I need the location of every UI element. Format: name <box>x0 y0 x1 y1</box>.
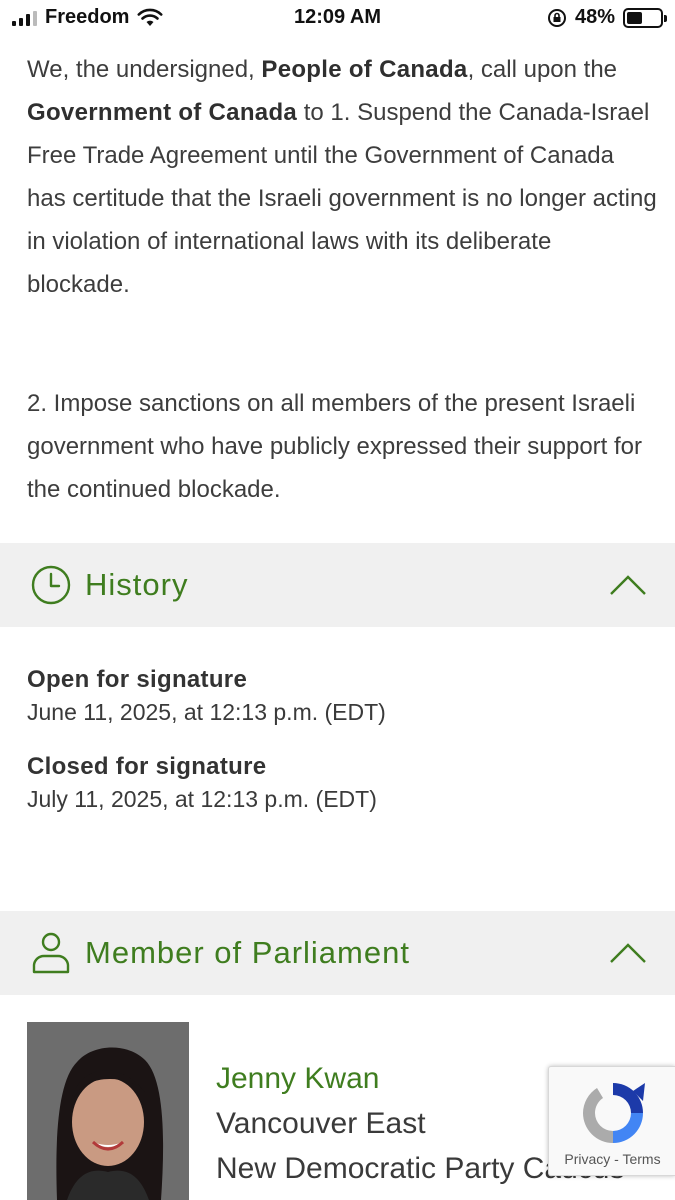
chevron-up-icon[interactable] <box>609 942 647 964</box>
battery-percent: 48% <box>574 6 615 28</box>
petition-bold-people: People of Canada <box>261 56 468 83</box>
chevron-up-icon[interactable] <box>609 574 647 596</box>
recaptcha-badge[interactable]: Privacy - Terms <box>548 1066 675 1176</box>
history-list: Open for signature June 11, 2025, at 12:… <box>27 664 647 838</box>
history-item-label: Open for signature <box>27 666 248 693</box>
history-item-label: Closed for signature <box>27 753 267 780</box>
history-section-header[interactable]: History <box>0 543 675 627</box>
petition-paragraph-2: 2. Impose sanctions on all members of th… <box>27 390 642 503</box>
status-right: 48% <box>547 6 667 29</box>
mp-riding: Vancouver East <box>216 1107 426 1140</box>
status-bar: Freedom 12:09 AM 48% <box>0 0 675 36</box>
history-item-closed: Closed for signature July 11, 2025, at 1… <box>27 751 647 815</box>
rotation-lock-icon <box>547 8 566 27</box>
recaptcha-links[interactable]: Privacy - Terms <box>549 1151 675 1167</box>
petition-bold-government: Government of Canada <box>27 99 298 126</box>
mp-title: Member of Parliament <box>85 935 410 970</box>
recaptcha-logo-icon <box>583 1083 645 1143</box>
history-title: History <box>85 567 189 602</box>
clock-icon <box>31 565 71 605</box>
mp-photo <box>27 1022 189 1200</box>
battery-icon <box>623 7 667 28</box>
petition-paragraph-1: We, the undersigned, People of Canada, c… <box>27 48 657 306</box>
mp-section-header[interactable]: Member of Parliament <box>0 911 675 995</box>
person-icon <box>32 932 70 974</box>
history-item-value: June 11, 2025, at 12:13 p.m. (EDT) <box>27 699 386 725</box>
petition-intro: We, the undersigned, <box>27 56 255 83</box>
history-item-open: Open for signature June 11, 2025, at 12:… <box>27 664 647 728</box>
mp-portrait-image <box>27 1022 189 1200</box>
petition-mid: , call upon the <box>467 56 618 83</box>
history-item-value: July 11, 2025, at 12:13 p.m. (EDT) <box>27 786 377 812</box>
battery-fill <box>627 11 643 24</box>
mp-name-link[interactable]: Jenny Kwan <box>216 1062 379 1096</box>
petition-rest: to 1. Suspend the Canada-Israel Free Tra… <box>27 99 657 298</box>
petition-text: We, the undersigned, People of Canada, c… <box>27 48 657 511</box>
